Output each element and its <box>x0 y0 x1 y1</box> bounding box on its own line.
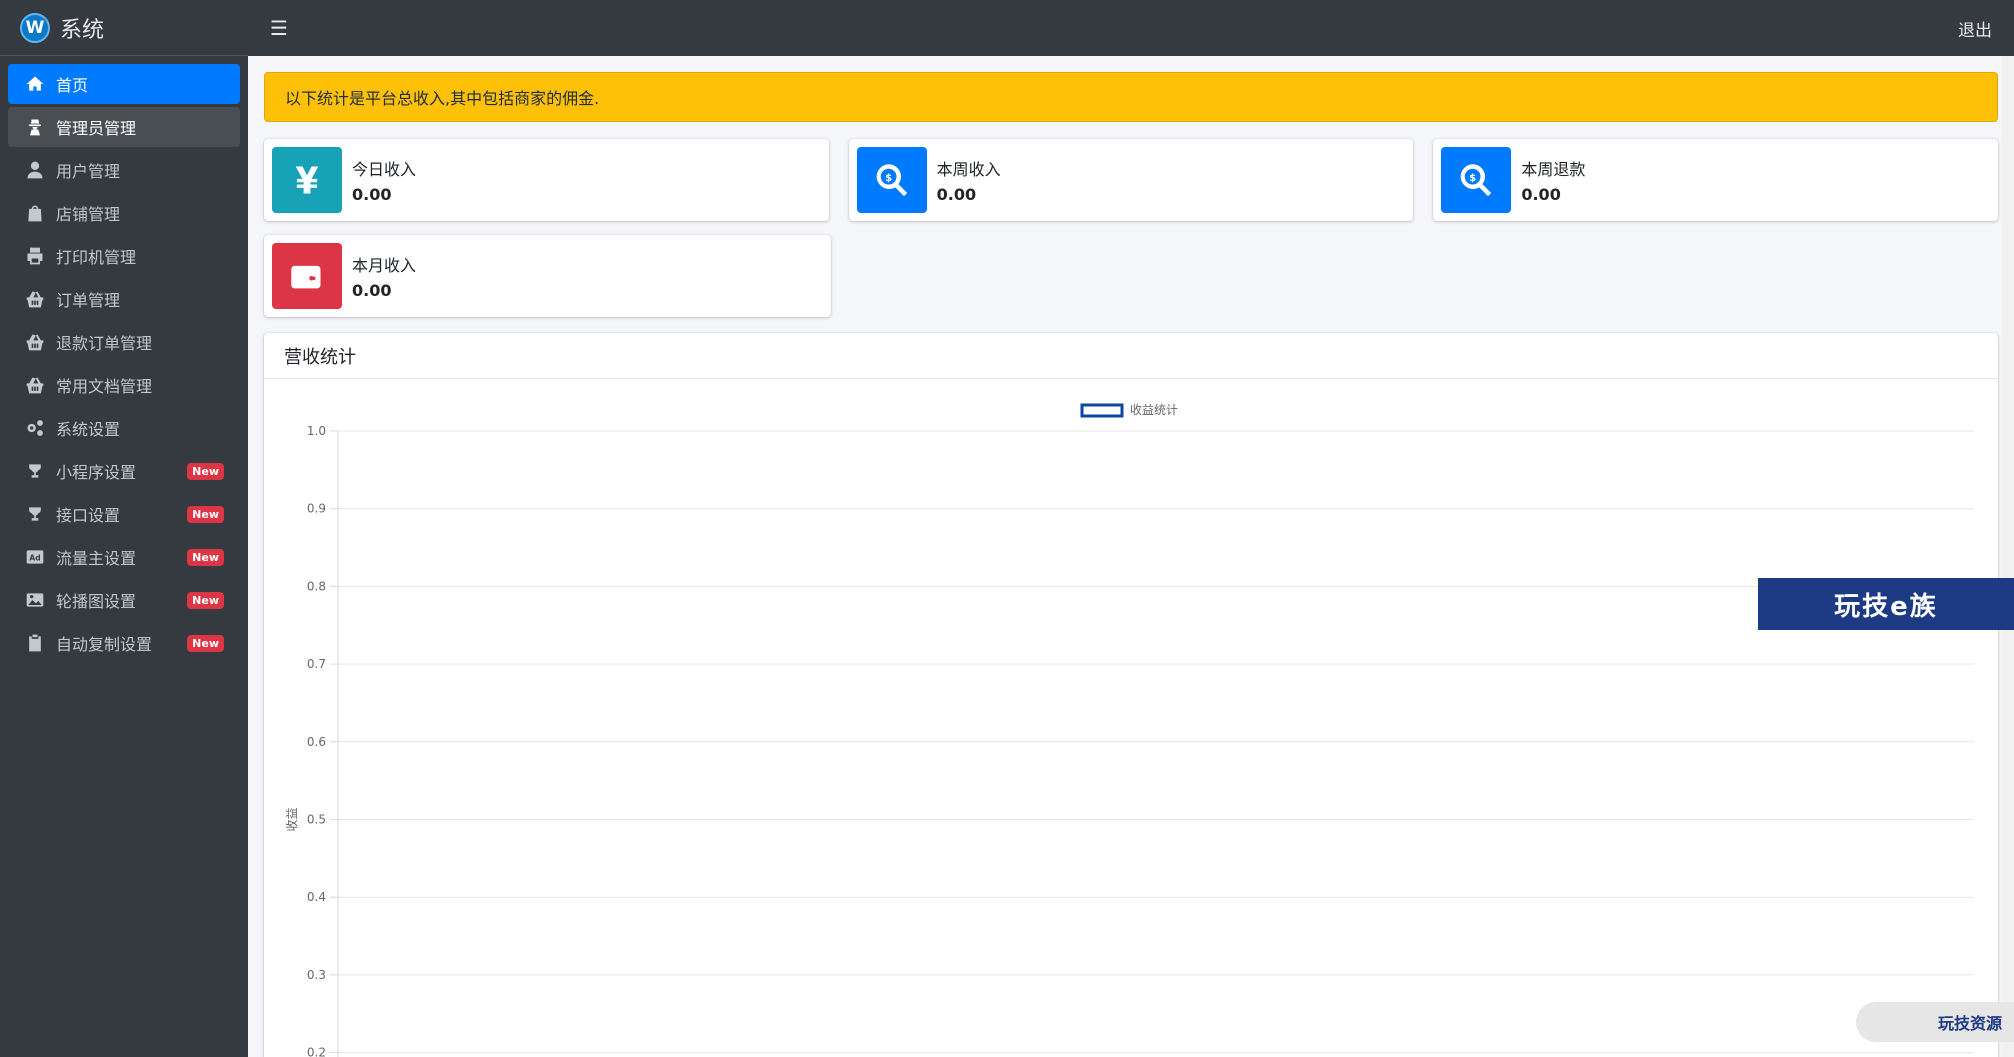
image-icon <box>24 589 46 611</box>
sidebar-item-label: 流量主设置 <box>56 549 137 568</box>
stat-label: 本月收入 <box>352 256 417 275</box>
trophy-icon <box>24 460 46 482</box>
sidebar-item[interactable]: Ad 流量主设置 New <box>8 537 240 577</box>
user-icon <box>24 159 46 181</box>
sidebar-item[interactable]: 订单管理 <box>8 279 240 319</box>
revenue-card: 营收统计 收益统计收益 1.0 0.9 0.8 0.7 0.6 0.5 0.4 0.3 0.2 <box>264 333 1998 1057</box>
topbar: ☰ 退出 <box>248 0 2014 56</box>
sidebar-item[interactable]: 常用文档管理 <box>8 365 240 405</box>
trophy-icon <box>24 503 46 525</box>
sidebar-item-label: 接口设置 <box>56 506 121 525</box>
sidebar-item[interactable]: 轮播图设置 New <box>8 580 240 620</box>
sidebar-item[interactable]: 小程序设置 New <box>8 451 240 491</box>
search-dollar-icon: $ <box>856 147 927 213</box>
sidebar-item-label: 常用文档管理 <box>56 377 153 396</box>
basket-icon <box>24 374 46 396</box>
stat-today-income: 今日收入 0.00 <box>264 139 829 221</box>
sidebar-item[interactable]: 店铺管理 <box>8 193 240 233</box>
search-dollar-icon: $ <box>1441 147 1512 213</box>
y-tick-label: 0.5 <box>307 813 326 827</box>
scrollbar[interactable] <box>2002 56 2014 1057</box>
svg-text:$: $ <box>885 173 892 184</box>
y-tick-label: 0.4 <box>307 890 326 904</box>
y-tick-label: 0.3 <box>307 968 326 982</box>
sidebar-item[interactable]: 退款订单管理 <box>8 322 240 362</box>
y-tick-label: 0.8 <box>307 579 326 593</box>
y-tick-label: 1.0 <box>307 424 326 438</box>
sidebar-item-label: 店铺管理 <box>56 205 121 224</box>
logout-link[interactable]: 退出 <box>1958 16 1992 41</box>
y-tick-label: 0.2 <box>307 1046 326 1057</box>
alert-text: 以下统计是平台总收入,其中包括商家的佣金. <box>285 89 600 108</box>
y-tick-label: 0.6 <box>307 735 326 749</box>
stat-month-income: 本月收入 0.00 <box>264 235 831 317</box>
clipboard-icon <box>24 632 46 654</box>
stat-value: 0.00 <box>352 281 392 300</box>
new-badge: New <box>187 506 224 523</box>
stat-week-refund: $ 本周退款 0.00 <box>1433 139 1999 221</box>
new-badge: New <box>187 463 224 480</box>
sidebar-item[interactable]: 管理员管理 <box>8 107 240 147</box>
new-badge: New <box>187 549 224 566</box>
sidebar-item[interactable]: 自动复制设置 New <box>8 623 240 663</box>
stats-row: 今日收入 0.00 $ 本周收入 0.00 $ 本周退款 0.00 <box>264 139 1999 221</box>
sidebar-item-label: 轮播图设置 <box>56 592 137 611</box>
stat-week-income: $ 本周收入 0.00 <box>848 139 1414 221</box>
sidebar-nav: 首页管理员管理用户管理店铺管理打印机管理订单管理退款订单管理 常用文档管理 系统设置… <box>0 56 248 663</box>
sidebar-item-label: 系统设置 <box>56 420 121 439</box>
y-tick-label: 0.9 <box>307 502 326 516</box>
sidebar-item[interactable]: 用户管理 <box>8 150 240 190</box>
sidebar-item[interactable]: 打印机管理 <box>8 236 240 276</box>
sidebar: W 系统 首页管理员管理用户管理店铺管理打印机管理订单管理退款订单管理 常用文档管… <box>0 0 248 1057</box>
y-axis-label: 收益 <box>285 807 299 831</box>
sidebar-item-label: 打印机管理 <box>56 248 137 267</box>
brand-title: 系统 <box>60 17 105 43</box>
revenue-chart: 收益统计收益 1.0 0.9 0.8 0.7 0.6 0.5 0.4 0.3 0.2 <box>264 379 1998 1057</box>
sidebar-item[interactable]: 首页 <box>8 64 240 104</box>
sidebar-item-label: 用户管理 <box>56 162 121 181</box>
sidebar-item-label: 管理员管理 <box>56 119 137 138</box>
info-alert: 以下统计是平台总收入,其中包括商家的佣金. <box>264 72 1998 122</box>
legend-swatch <box>1080 403 1124 418</box>
printer-icon <box>24 245 46 267</box>
wallet-icon <box>272 243 342 309</box>
svg-text:Ad: Ad <box>29 553 40 562</box>
yen-icon <box>272 147 342 213</box>
sidebar-item[interactable]: 接口设置 New <box>8 494 240 534</box>
stat-label: 本周退款 <box>1521 160 1586 179</box>
card-title: 营收统计 <box>264 333 1998 379</box>
new-badge: New <box>187 592 224 609</box>
stat-value: 0.00 <box>1521 185 1561 204</box>
svg-text:$: $ <box>1469 173 1476 184</box>
main-content: 以下统计是平台总收入,其中包括商家的佣金. 今日收入 0.00 $ 本周收入 0… <box>264 72 1999 1057</box>
sidebar-item[interactable]: 系统设置 <box>8 408 240 448</box>
stat-label: 今日收入 <box>352 160 417 179</box>
sidebar-item-label: 自动复制设置 <box>56 635 153 654</box>
watermark-pill[interactable]: 玩技资源 <box>1856 1002 2014 1042</box>
sidebar-item-label: 小程序设置 <box>56 463 137 482</box>
stats-row-2: 本月收入 0.00 <box>264 235 1998 317</box>
stat-value: 0.00 <box>936 185 977 204</box>
sidebar-item-label: 首页 <box>56 76 89 95</box>
home-icon <box>24 73 46 95</box>
shopping-bag-icon <box>24 202 46 224</box>
chart-svg: 收益统计收益 1.0 0.9 0.8 0.7 0.6 0.5 0.4 0.3 0.2 <box>285 403 1974 1057</box>
new-badge: New <box>187 635 224 652</box>
sidebar-item-label: 退款订单管理 <box>56 334 153 353</box>
hamburger-icon[interactable]: ☰ <box>270 16 288 40</box>
brand[interactable]: W 系统 <box>0 0 248 56</box>
y-tick-label: 0.7 <box>307 657 326 671</box>
brand-logo: W <box>20 12 50 43</box>
watermark-banner[interactable]: 玩技e族 <box>1758 578 2014 630</box>
ad-icon: Ad <box>24 546 46 568</box>
legend-label: 收益统计 <box>1130 403 1178 417</box>
basket-icon <box>24 331 46 353</box>
user-secret-icon <box>24 116 46 138</box>
sidebar-item-label: 订单管理 <box>56 291 121 310</box>
cogs-icon <box>24 417 46 439</box>
stat-value: 0.00 <box>352 185 392 204</box>
stat-label: 本周收入 <box>936 160 1001 179</box>
basket-icon <box>24 288 46 310</box>
